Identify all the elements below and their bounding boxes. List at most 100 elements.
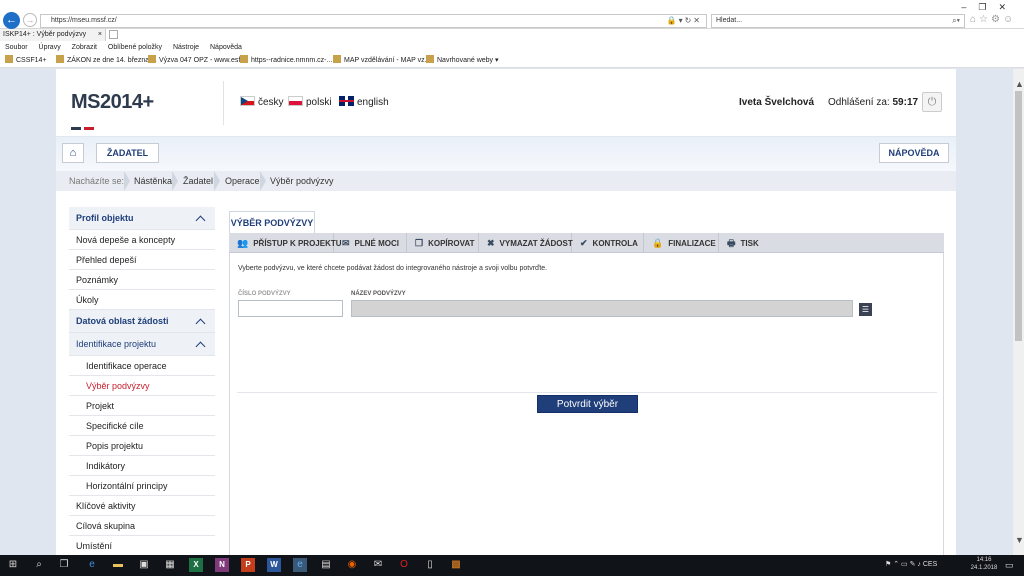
scroll-thumb[interactable] <box>1015 91 1022 341</box>
store-icon[interactable]: ▣ <box>137 558 151 572</box>
new-tab-button[interactable] <box>109 30 118 39</box>
breadcrumb-item-current: Výběr podvýzvy <box>270 176 334 186</box>
sidebar-item-indikatory[interactable]: Indikátory <box>69 456 215 476</box>
scroll-up-icon[interactable]: ▲ <box>1015 79 1024 89</box>
sidebar-item-nova-depese[interactable]: Nová depeše a koncepty <box>69 230 215 250</box>
help-button[interactable]: NÁPOVĚDA <box>879 143 949 163</box>
powerpoint-icon[interactable]: P <box>241 558 255 572</box>
favorite-item[interactable]: Navrhované weby ▾ <box>426 54 499 68</box>
toolbar-kopirovat-button[interactable]: ❐ KOPÍROVAT <box>407 233 479 253</box>
clock[interactable]: 14:16 24.1.2018 <box>967 556 1001 572</box>
menu-oblibene[interactable]: Oblíbené položky <box>108 44 162 51</box>
opera-icon[interactable]: O <box>397 558 411 572</box>
sidebar-item-identifikace-operace[interactable]: Identifikace operace <box>69 356 215 376</box>
confirm-button[interactable]: Potvrdit výběr <box>537 395 638 413</box>
favorite-icon <box>5 55 13 63</box>
sidebar-item-cilova-skupina[interactable]: Cílová skupina <box>69 516 215 536</box>
favorite-item[interactable]: MAP vzdělávání - MAP vz... <box>333 54 431 68</box>
toolbar-tisk-button[interactable]: 🖶 TISK <box>719 233 769 253</box>
list-icon[interactable]: ☰ <box>859 303 872 316</box>
sidebar-item-horizontalni-principy[interactable]: Horizontální principy <box>69 476 215 496</box>
power-icon[interactable]: ⏻ <box>922 92 942 112</box>
back-button[interactable]: ← <box>3 12 20 29</box>
lang-czech[interactable]: česky <box>240 96 284 108</box>
search-box[interactable]: Hledat... ⌕▾ <box>711 14 965 28</box>
favorite-item[interactable]: ZÁKON ze dne 14. března ... <box>56 54 157 68</box>
folder-icon[interactable]: ▬ <box>111 558 125 572</box>
breadcrumb-item[interactable]: Žadatel <box>183 171 213 191</box>
address-bar[interactable]: https://mseu.mssf.cz/ 🔒▾↻✕ <box>40 14 707 28</box>
word-icon[interactable]: W <box>267 558 281 572</box>
nazev-podvyzvy-input[interactable] <box>351 300 853 317</box>
edge-icon[interactable]: e <box>85 558 99 572</box>
task-view-icon[interactable]: ❐ <box>57 558 71 572</box>
chevron-up-icon[interactable] <box>196 340 205 349</box>
onenote-icon[interactable]: N <box>215 558 229 572</box>
sidebar-item-profil-objektu[interactable]: Profil objektu <box>69 207 215 230</box>
sidebar-item-identifikace-projektu[interactable]: Identifikace projektu <box>69 333 215 356</box>
scroll-down-icon[interactable]: ▼ <box>1015 535 1024 545</box>
toolbar-plne-moci-button[interactable]: ✉ PLNÉ MOCI <box>334 233 407 253</box>
favorite-item[interactable]: Výzva 047 OPZ - www.esfcr <box>148 54 246 68</box>
window-controls[interactable]: –❐✕ <box>961 2 1018 13</box>
firefox-icon[interactable]: ◉ <box>345 558 359 572</box>
toolbar-vymazat-button[interactable]: ✖ VYMAZAT ŽÁDOST <box>479 233 573 253</box>
home-button[interactable]: ⌂ <box>62 143 84 163</box>
tray-language[interactable]: CES <box>923 561 937 568</box>
browser-tabbar: ISKP14+ : Výběr podvýzvy × <box>0 29 1024 41</box>
close-icon: ✖ <box>487 238 495 248</box>
ie-icon[interactable]: e <box>293 558 307 572</box>
zadatel-button[interactable]: ŽADATEL <box>96 143 159 163</box>
menu-upravy[interactable]: Úpravy <box>39 44 61 51</box>
app-icon[interactable]: ▤ <box>319 558 333 572</box>
document-icon[interactable]: ▯ <box>423 558 437 572</box>
breadcrumb-item[interactable]: Nástěnka <box>134 171 172 191</box>
sidebar-item-poznamky[interactable]: Poznámky <box>69 270 215 290</box>
windows-start-icon[interactable]: ⊞ <box>6 558 20 572</box>
sidebar-item-umisteni[interactable]: Umístění <box>69 536 215 555</box>
search-icon[interactable]: ⌕ <box>32 558 46 572</box>
chevron-up-icon[interactable] <box>196 214 205 223</box>
tab-close-icon[interactable]: × <box>98 29 102 41</box>
search-icon[interactable]: ⌕▾ <box>952 15 960 27</box>
user-name[interactable]: Iveta Švelchová <box>739 97 814 108</box>
mail-icon[interactable]: ✉ <box>371 558 385 572</box>
menu-napoveda[interactable]: Nápověda <box>210 44 242 51</box>
system-tray[interactable]: ⚑ ⌃ ▭ ✎ ♪ CES <box>885 560 937 568</box>
sidebar-item-klicove-aktivity[interactable]: Klíčové aktivity <box>69 496 215 516</box>
sidebar-item-datova-oblast[interactable]: Datová oblast žádosti <box>69 310 215 333</box>
app-orange-icon[interactable]: ▩ <box>449 558 463 572</box>
toolbar-kontrola-button[interactable]: ✔ KONTROLA <box>572 233 644 253</box>
excel-icon[interactable]: X <box>189 558 203 572</box>
breadcrumb-item[interactable]: Operace <box>225 171 260 191</box>
menu-nastroje[interactable]: Nástroje <box>173 44 199 51</box>
notification-icon[interactable]: ▭ <box>1005 560 1014 571</box>
sidebar-item-popis-projektu[interactable]: Popis projektu <box>69 436 215 456</box>
toolbar-pristup-button[interactable]: 👥 PŘÍSTUP K PROJEKTU <box>229 233 342 253</box>
cislo-podvyzvy-input[interactable] <box>238 300 343 317</box>
sidebar-item-ukoly[interactable]: Úkoly <box>69 290 215 310</box>
address-actions-icon[interactable]: 🔒▾↻✕ <box>667 15 702 27</box>
tab-vyber-podvyzvy[interactable]: VÝBĚR PODVÝZVY <box>229 211 315 234</box>
sidebar-item-specificke-cile[interactable]: Specifické cíle <box>69 416 215 436</box>
tab-title: ISKP14+ : Výběr podvýzvy <box>3 31 87 38</box>
sidebar-item-vyber-podvyzvy[interactable]: Výběr podvýzvy <box>69 376 215 396</box>
favorite-item[interactable]: https--radnice.nmnm.cz-... <box>240 54 332 68</box>
ms2014-logo[interactable]: MS2014+ <box>71 91 154 153</box>
lang-english[interactable]: english <box>339 96 389 108</box>
favorite-item[interactable]: CSSF14+ <box>5 54 47 68</box>
browser-tab[interactable]: ISKP14+ : Výběr podvýzvy × <box>0 29 106 41</box>
photos-icon[interactable]: ▦ <box>163 558 177 572</box>
page-scrollbar[interactable]: ▲ ▼ <box>1013 69 1024 555</box>
lang-polish[interactable]: polski <box>288 96 332 108</box>
toolbar-finalizace-button[interactable]: 🔒 FINALIZACE <box>644 233 719 253</box>
menu-zobrazit[interactable]: Zobrazit <box>72 44 97 51</box>
sidebar-item-projekt[interactable]: Projekt <box>69 396 215 416</box>
menu-soubor[interactable]: Soubor <box>5 44 28 51</box>
sidebar-item-prehled-depesi[interactable]: Přehled depeší <box>69 250 215 270</box>
chevron-up-icon[interactable] <box>196 317 205 326</box>
toolbar-icons[interactable]: ⌂☆⚙☺ <box>970 14 1016 25</box>
lock-icon: 🔒 <box>652 238 664 248</box>
favorites-bar: CSSF14+ ZÁKON ze dne 14. března ... Výzv… <box>0 54 1024 68</box>
forward-button[interactable]: → <box>23 13 37 27</box>
